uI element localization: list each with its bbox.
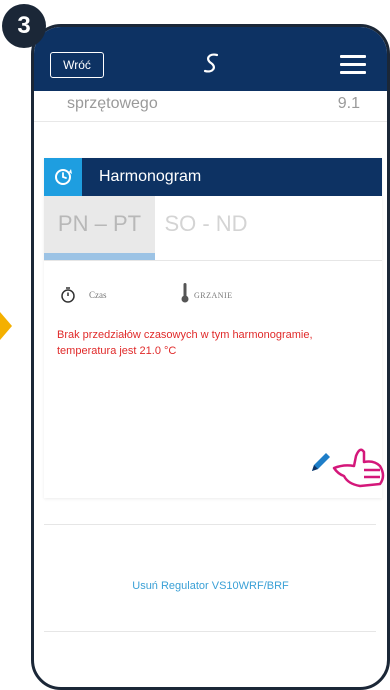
column-heat-label: GRZANIE — [194, 291, 233, 300]
salus-logo-icon — [203, 53, 219, 73]
tab-weekdays[interactable]: PN – PT — [44, 196, 155, 260]
remove-device-link[interactable]: Usuń Regulator VS10WRF/BRF — [34, 580, 387, 592]
tab-weekend-label: SO - ND — [164, 211, 248, 236]
tab-weekend[interactable]: SO - ND — [161, 196, 251, 260]
schedule-columns: Czas GRZANIE — [44, 283, 382, 310]
column-time-label: Czas — [89, 290, 107, 300]
tab-weekdays-label: PN – PT — [57, 211, 142, 236]
clock-refresh-icon — [55, 169, 72, 185]
tab-active-indicator — [44, 253, 155, 260]
step-arrow-marker — [0, 312, 12, 340]
back-button[interactable]: Wróć — [50, 52, 104, 78]
schedule-title: Harmonogram — [99, 168, 202, 185]
device-info-label: sprzętowego — [67, 95, 158, 112]
hamburger-menu-icon[interactable] — [340, 55, 366, 75]
phone-frame: Wróć sprzętowego 9.1 Harmonogram PN – PT — [31, 24, 390, 690]
pointing-hand-icon — [332, 448, 385, 488]
device-info-value: 9.1 — [337, 95, 360, 112]
divider-bottom — [44, 631, 376, 632]
thermometer-icon — [181, 283, 189, 303]
schedule-tabs: PN – PT SO - ND — [44, 196, 382, 261]
no-intervals-message: Brak przedziałów czasowych w tym harmono… — [57, 329, 313, 357]
step-badge: 3 — [2, 4, 46, 48]
device-info-row: sprzętowego 9.1 — [34, 91, 387, 122]
schedule-header: Harmonogram — [44, 158, 382, 196]
schedule-icon-box — [44, 158, 82, 196]
divider — [44, 524, 376, 525]
stopwatch-icon — [61, 287, 75, 303]
top-bar: Wróć — [34, 27, 387, 91]
